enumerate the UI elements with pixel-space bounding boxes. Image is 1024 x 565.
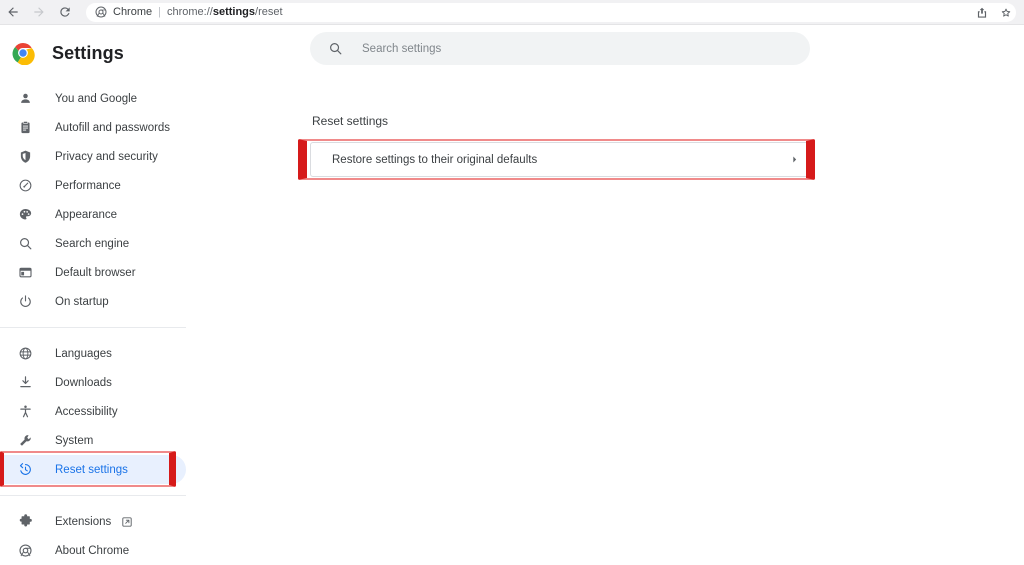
forward-button[interactable] — [26, 0, 52, 24]
omnibox-separator: | — [158, 6, 161, 18]
chrome-logo-icon — [11, 41, 35, 66]
sidebar-item-label: Autofill and passwords — [55, 121, 171, 134]
sidebar-item-search-engine[interactable]: Search engine — [0, 229, 190, 258]
sidebar-item-default-browser[interactable]: Default browser — [0, 258, 190, 287]
sidebar-item-accessibility[interactable]: Accessibility — [0, 397, 190, 426]
shield-icon — [16, 148, 34, 166]
share-icon[interactable] — [970, 1, 994, 25]
search-icon — [16, 235, 34, 253]
bookmark-star-icon[interactable] — [994, 1, 1018, 25]
accessibility-icon — [16, 403, 34, 421]
globe-icon — [16, 345, 34, 363]
sidebar-item-label: Downloads — [55, 376, 112, 389]
person-icon — [16, 90, 34, 108]
sidebar-item-appearance[interactable]: Appearance — [0, 200, 190, 229]
sidebar-item-extensions[interactable]: Extensions — [0, 507, 190, 536]
omnibox-app-name: Chrome — [113, 6, 153, 18]
omnibox-url-bold: settings — [212, 6, 256, 18]
chrome-favicon-icon — [94, 6, 107, 19]
wrench-icon — [16, 432, 34, 450]
search-icon — [328, 41, 344, 57]
sidebar-item-label: Accessibility — [55, 405, 118, 418]
external-link-icon[interactable] — [121, 516, 133, 528]
palette-icon — [16, 206, 34, 224]
restore-defaults-label: Restore settings to their original defau… — [332, 153, 538, 166]
sidebar-item-label: About Chrome — [55, 544, 130, 557]
page-title: Settings — [52, 42, 124, 63]
power-icon — [16, 293, 34, 311]
chrome-outline-icon — [16, 542, 34, 560]
sidebar-item-languages[interactable]: Languages — [0, 339, 190, 368]
clipboard-icon — [16, 119, 34, 137]
chevron-right-icon[interactable] — [788, 154, 800, 166]
settings-header: Settings — [0, 34, 124, 72]
sidebar-item-label: Search engine — [55, 237, 130, 250]
sidebar-divider — [0, 327, 186, 328]
sidebar-item-label: You and Google — [55, 92, 138, 105]
omnibox-url-prefix: chrome:// — [166, 6, 213, 18]
sidebar-item-performance[interactable]: Performance — [0, 171, 190, 200]
sidebar-item-label: Performance — [55, 179, 121, 192]
restore-defaults-card-wrapper: Restore settings to their original defau… — [298, 139, 815, 180]
settings-sidebar: You and Google Autofill and passwords Pr… — [0, 84, 190, 565]
download-icon — [16, 374, 34, 392]
address-bar[interactable]: Chrome | chrome://settings/reset — [86, 2, 1016, 22]
sidebar-item-label: Languages — [55, 347, 112, 360]
sidebar-item-reset-settings[interactable]: Reset settings — [0, 451, 186, 487]
sidebar-item-privacy-and-security[interactable]: Privacy and security — [0, 142, 190, 171]
omnibox-url: chrome://settings/reset — [167, 6, 283, 18]
sidebar-item-downloads[interactable]: Downloads — [0, 368, 190, 397]
search-settings-bar[interactable] — [310, 32, 810, 65]
restore-defaults-button[interactable]: Restore settings to their original defau… — [310, 142, 815, 177]
toolbar-actions — [970, 0, 1018, 25]
sidebar-item-label: Appearance — [55, 208, 118, 221]
sidebar-item-label: Privacy and security — [55, 150, 158, 163]
sidebar-item-label: Reset settings — [55, 463, 128, 476]
settings-page: Settings You and Google — [0, 26, 1024, 557]
browser-toolbar: Chrome | chrome://settings/reset — [0, 0, 1024, 25]
sidebar-item-label: Default browser — [55, 266, 136, 279]
puzzle-icon — [16, 513, 34, 531]
search-input[interactable] — [360, 38, 780, 59]
sidebar-item-on-startup[interactable]: On startup — [0, 287, 190, 316]
section-title: Reset settings — [312, 114, 389, 128]
settings-main-content: Reset settings Restore settings to their… — [298, 84, 815, 180]
sidebar-divider — [0, 495, 186, 496]
history-reset-icon — [16, 461, 34, 479]
sidebar-item-label: On startup — [55, 295, 109, 308]
sidebar-item-about-chrome[interactable]: About Chrome — [0, 536, 190, 565]
omnibox-url-suffix: /reset — [255, 6, 283, 18]
sidebar-item-you-and-google[interactable]: You and Google — [0, 84, 190, 113]
sidebar-item-system[interactable]: System — [0, 426, 190, 455]
sidebar-item-label: System — [55, 434, 94, 447]
sidebar-item-autofill-and-passwords[interactable]: Autofill and passwords — [0, 113, 190, 142]
reload-button[interactable] — [52, 0, 78, 24]
sidebar-item-label: Extensions — [55, 515, 112, 528]
speedometer-icon — [16, 177, 34, 195]
browser-window-icon — [16, 264, 34, 282]
back-button[interactable] — [0, 0, 26, 24]
